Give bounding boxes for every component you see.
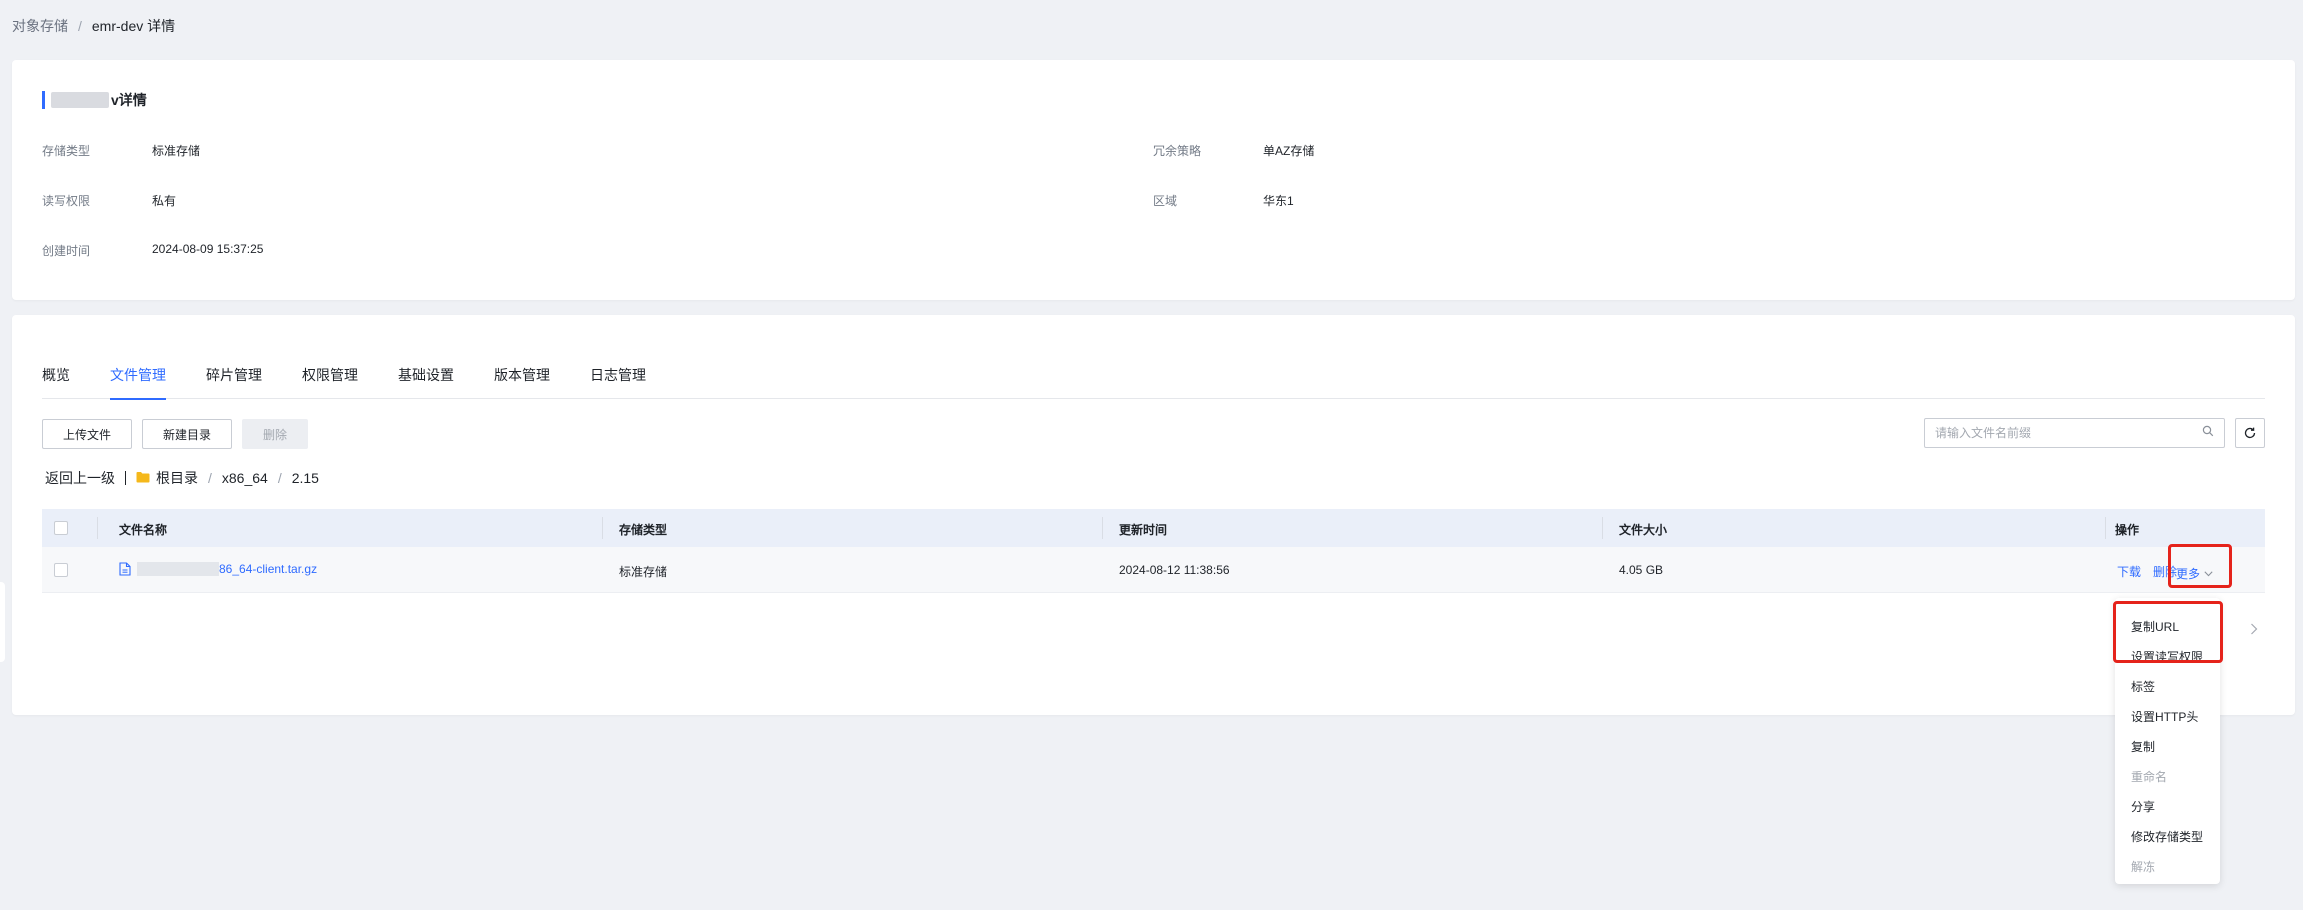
chevron-right-icon[interactable] <box>2250 622 2258 640</box>
search-icon[interactable] <box>2202 424 2214 442</box>
row-checkbox[interactable] <box>54 563 68 577</box>
tab-file-management[interactable]: 文件管理 <box>110 353 166 400</box>
column-separator <box>2105 517 2106 539</box>
path-navigation: 返回上一级 根目录 / x86_64 / 2.15 <box>45 468 319 488</box>
filename-prefix-search-input[interactable] <box>1935 426 2202 440</box>
column-separator <box>97 517 98 539</box>
breadcrumb: 对象存储 / emr-dev 详情 <box>12 16 175 36</box>
sidebar-collapse-tab[interactable] <box>0 582 5 662</box>
storage-type-label: 存储类型 <box>42 144 91 158</box>
table-header: 文件名称 存储类型 更新时间 文件大小 操作 <box>42 509 2265 547</box>
path-root[interactable]: 根目录 <box>156 468 198 488</box>
masked-filename-prefix <box>137 562 219 576</box>
more-action-label: 更多 <box>2176 567 2201 581</box>
menu-item-share[interactable]: 分享 <box>2115 792 2220 822</box>
rw-permission-value: 私有 <box>152 194 177 208</box>
header-filename: 文件名称 <box>119 523 168 537</box>
file-table: 文件名称 存储类型 更新时间 文件大小 操作 86_64-client.tar.… <box>42 509 2265 593</box>
path-segment-current: 2.15 <box>291 470 319 486</box>
row-storage-type: 标准存储 <box>619 565 668 579</box>
redundancy-value: 单AZ存储 <box>1263 144 1315 158</box>
file-icon <box>119 562 131 576</box>
column-separator <box>1102 517 1103 539</box>
upload-file-button[interactable]: 上传文件 <box>42 419 132 449</box>
more-actions-toggle[interactable]: 更多 <box>2176 565 2213 582</box>
title-accent-bar <box>42 91 45 109</box>
new-directory-button[interactable]: 新建目录 <box>142 419 232 449</box>
back-to-parent-link[interactable]: 返回上一级 <box>45 468 115 488</box>
file-management-card: 概览 文件管理 碎片管理 权限管理 基础设置 版本管理 日志管理 上传文件 新建… <box>12 315 2295 715</box>
region-label: 区域 <box>1153 194 1178 208</box>
header-actions: 操作 <box>2115 523 2140 537</box>
tab-log-management[interactable]: 日志管理 <box>590 353 646 399</box>
menu-item-rename: 重命名 <box>2131 770 2168 784</box>
path-separator: / <box>208 470 212 486</box>
table-row: 86_64-client.tar.gz 标准存储 2024-08-12 11:3… <box>42 547 2265 593</box>
tab-bar: 概览 文件管理 碎片管理 权限管理 基础设置 版本管理 日志管理 <box>42 353 2265 400</box>
rw-permission-label: 读写权限 <box>42 194 91 208</box>
tab-overview[interactable]: 概览 <box>42 353 70 399</box>
breadcrumb-separator: / <box>78 18 82 34</box>
refresh-button[interactable] <box>2235 418 2265 448</box>
row-file-size: 4.05 GB <box>1619 563 1664 577</box>
header-storage-type: 存储类型 <box>619 523 668 537</box>
created-time-value: 2024-08-09 15:37:25 <box>152 242 264 256</box>
tab-fragment-management[interactable]: 碎片管理 <box>206 353 262 399</box>
menu-item-tags[interactable]: 标签 <box>2115 672 2220 702</box>
chevron-down-icon <box>2204 570 2213 576</box>
download-action[interactable]: 下载 <box>2117 563 2141 580</box>
header-updated-time: 更新时间 <box>1119 523 1168 537</box>
refresh-icon <box>2244 427 2256 439</box>
column-separator <box>1602 517 1603 539</box>
menu-item-change-storage-type[interactable]: 修改存储类型 <box>2115 822 2220 852</box>
menu-item-set-http-headers[interactable]: 设置HTTP头 <box>2115 702 2220 732</box>
delete-button[interactable]: 删除 <box>242 419 308 449</box>
search-box <box>1924 418 2225 448</box>
created-time-label: 创建时间 <box>42 244 91 258</box>
bucket-info-title: v详情 <box>42 89 147 111</box>
folder-icon <box>136 470 150 486</box>
path-separator: / <box>277 470 282 486</box>
bucket-info-title-text: v详情 <box>111 92 147 108</box>
bucket-info-card: v详情 存储类型 标准存储 冗余策略 单AZ存储 读写权限 私有 区域 华东1 … <box>12 60 2295 300</box>
filename-link[interactable]: 86_64-client.tar.gz <box>219 562 317 576</box>
masked-bucket-name <box>51 92 109 108</box>
row-updated-time: 2024-08-12 11:38:56 <box>1119 563 1230 577</box>
select-all-checkbox[interactable] <box>54 521 68 535</box>
menu-item-unfreeze: 解冻 <box>2131 860 2156 874</box>
column-separator <box>602 517 603 539</box>
breadcrumb-root-link[interactable]: 对象存储 <box>12 16 68 36</box>
redundancy-label: 冗余策略 <box>1153 144 1202 158</box>
tab-version-management[interactable]: 版本管理 <box>494 353 550 399</box>
path-divider <box>125 471 126 485</box>
menu-highlight-box <box>2113 601 2223 663</box>
tab-basic-settings[interactable]: 基础设置 <box>398 353 454 399</box>
menu-item-copy[interactable]: 复制 <box>2115 732 2220 762</box>
path-segment-x86-64[interactable]: x86_64 <box>222 470 268 486</box>
breadcrumb-current: emr-dev 详情 <box>91 18 176 34</box>
region-value: 华东1 <box>1263 194 1294 208</box>
header-file-size: 文件大小 <box>1619 523 1668 537</box>
filename-cell: 86_64-client.tar.gz <box>119 562 317 576</box>
tab-permission-management[interactable]: 权限管理 <box>302 353 358 399</box>
storage-type-value: 标准存储 <box>152 144 201 158</box>
